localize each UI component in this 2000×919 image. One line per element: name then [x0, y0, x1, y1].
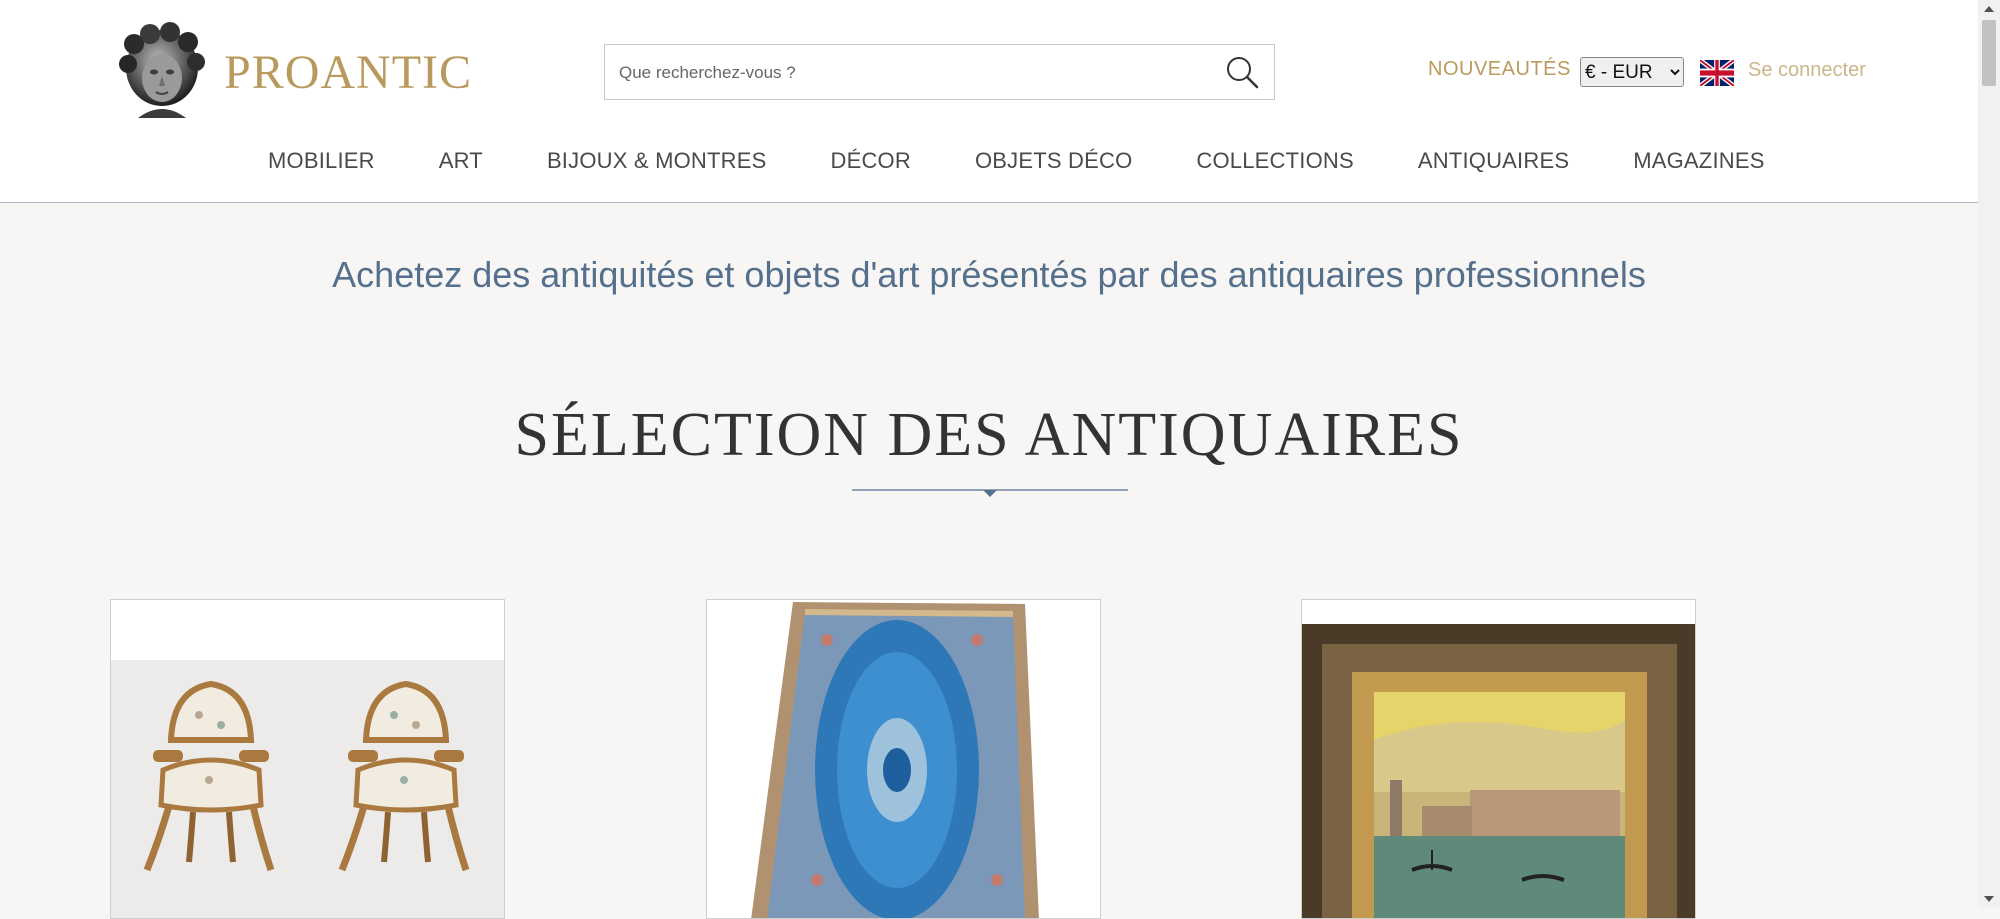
- scrollbar-thumb[interactable]: [1982, 20, 1996, 86]
- page-tagline: Achetez des antiquités et objets d'art p…: [332, 254, 1646, 295]
- site-header: PROANTIC NOUVEAUTÉS € - EUR Se connecter…: [0, 0, 1978, 203]
- nav-item-decor[interactable]: DÉCOR: [831, 148, 911, 174]
- nav-item-objets-deco[interactable]: OBJETS DÉCO: [975, 148, 1132, 174]
- nav-item-collections[interactable]: COLLECTIONS: [1196, 148, 1353, 174]
- search-box: [604, 44, 1275, 101]
- logo-text: PROANTIC: [224, 45, 473, 99]
- page-scrollbar[interactable]: [1978, 0, 2000, 908]
- new-arrivals-link[interactable]: NOUVEAUTÉS: [1428, 58, 1571, 81]
- login-link[interactable]: Se connecter: [1748, 59, 1866, 82]
- nav-item-antiquaires[interactable]: ANTIQUAIRES: [1418, 148, 1569, 174]
- scroll-down-arrow-icon[interactable]: [1978, 890, 2000, 908]
- bust-logo-icon: [119, 22, 205, 118]
- section-title: SÉLECTION DES ANTIQUAIRES: [514, 401, 1464, 469]
- painting-image: [1302, 600, 1695, 918]
- logo[interactable]: PROANTIC: [110, 22, 472, 122]
- product-card-armchairs[interactable]: [110, 599, 505, 919]
- nav-item-magazines[interactable]: MAGAZINES: [1633, 148, 1764, 174]
- rug-image: [707, 600, 1100, 918]
- scroll-up-arrow-icon[interactable]: [1978, 0, 2000, 18]
- uk-flag-icon[interactable]: [1700, 60, 1734, 86]
- product-card-painting[interactable]: [1301, 599, 1696, 919]
- nav-item-mobilier[interactable]: MOBILIER: [268, 148, 375, 174]
- nav-item-bijoux-montres[interactable]: BIJOUX & MONTRES: [547, 148, 767, 174]
- chevron-divider-icon: [852, 489, 1128, 497]
- main-nav: MOBILIER ART BIJOUX & MONTRES DÉCOR OBJE…: [268, 148, 1829, 174]
- nav-item-art[interactable]: ART: [439, 148, 483, 174]
- search-input[interactable]: [617, 45, 1201, 101]
- currency-select[interactable]: € - EUR: [1580, 57, 1684, 87]
- search-icon[interactable]: [1224, 54, 1260, 90]
- armchairs-image: [111, 600, 504, 918]
- product-card-rug[interactable]: [706, 599, 1101, 919]
